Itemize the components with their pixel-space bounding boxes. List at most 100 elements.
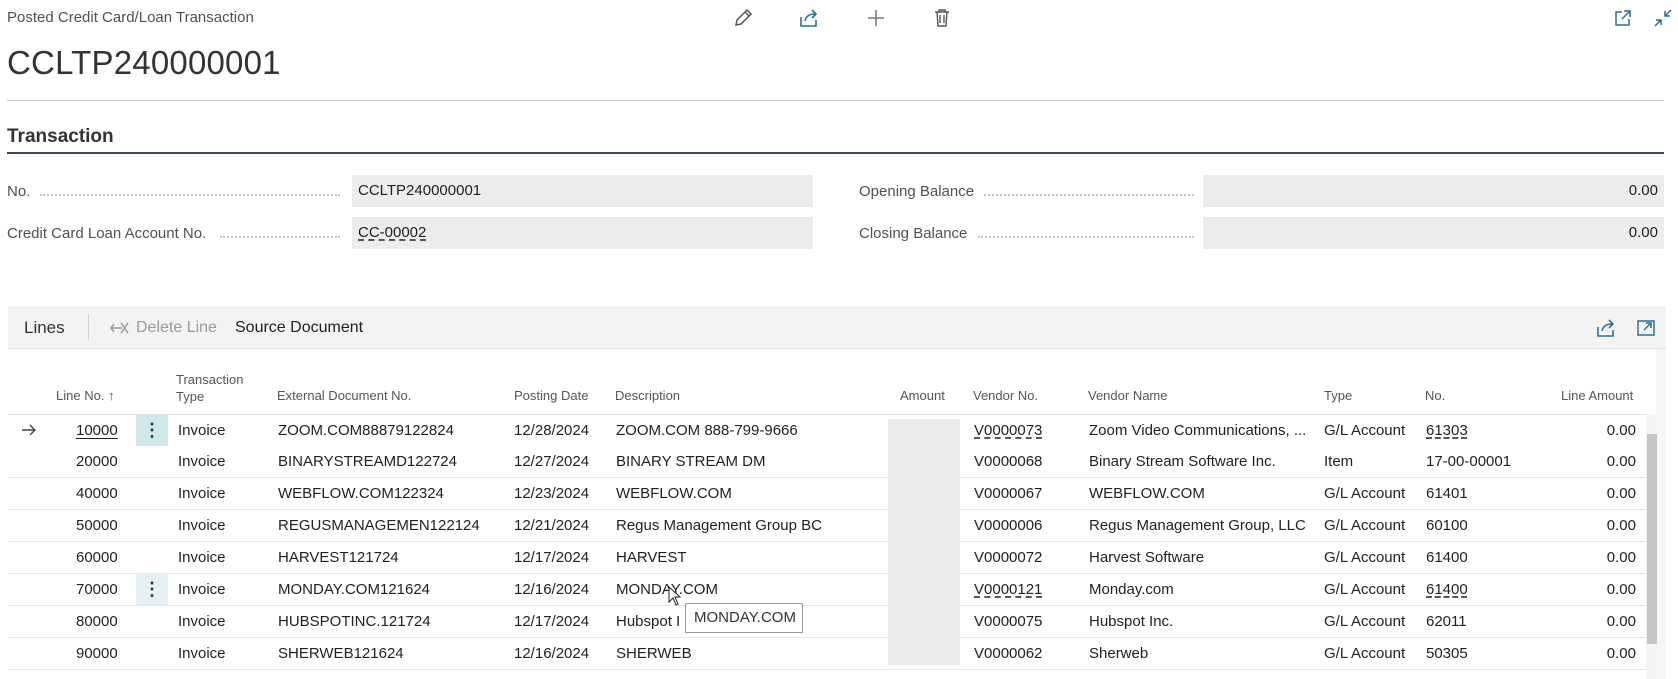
cell-desc[interactable]: Hubspot I [616,613,680,630]
cell-type[interactable]: Invoice [178,422,226,439]
account-field[interactable]: CC-00002 [352,217,813,249]
share-icon[interactable] [797,6,821,30]
cell-date[interactable]: 12/17/2024 [514,549,589,566]
open-new-window-icon[interactable] [1611,6,1635,30]
cell-date[interactable]: 12/28/2024 [514,422,589,439]
cell-desc[interactable]: SHERWEB [616,645,692,662]
cell-vendor-no[interactable]: V0000075 [974,613,1042,630]
cell-line-type[interactable]: Item [1324,453,1353,470]
cell-vendor-no[interactable]: V0000067 [974,485,1042,502]
cell-date[interactable]: 12/16/2024 [514,645,589,662]
kebab-icon[interactable]: ⋮ [136,415,168,446]
cell-line-no[interactable]: 50000 [76,517,118,534]
cell-type[interactable]: Invoice [178,645,226,662]
kebab-icon[interactable]: ⋮ [136,574,168,605]
add-icon[interactable] [864,6,888,30]
grid-scroll-thumb[interactable] [1647,434,1657,644]
cell-desc[interactable]: Regus Management Group BC [616,517,822,534]
delete-line-button[interactable]: Delete Line [110,319,217,337]
cell-vendor-no[interactable]: V0000068 [974,453,1042,470]
cell-line-amount[interactable]: 0.00 [1568,422,1636,439]
cell-no[interactable]: 50305 [1426,645,1468,662]
cell-type[interactable]: Invoice [178,581,226,598]
cell-no[interactable]: 60100 [1426,517,1468,534]
expand-lines-icon[interactable] [1634,316,1658,340]
cell-line-no[interactable]: 20000 [76,453,118,470]
cell-no[interactable]: 61303 [1426,422,1468,439]
cell-desc[interactable]: MONDAY.COM [616,581,718,598]
col-vendor-no[interactable]: Vendor No. [973,387,1038,404]
table-row[interactable]: 40000 Invoice WEBFLOW.COM122324 12/23/20… [8,478,1656,510]
cell-vendor-name[interactable]: Binary Stream Software Inc. [1089,453,1276,470]
cell-line-type[interactable]: G/L Account [1324,485,1405,502]
table-row[interactable]: 20000 Invoice BINARYSTREAMD122724 12/27/… [8,446,1656,478]
cell-line-type[interactable]: G/L Account [1324,549,1405,566]
cell-line-amount[interactable]: 0.00 [1568,613,1636,630]
cell-vendor-no[interactable]: V0000062 [974,645,1042,662]
cell-vendor-no[interactable]: V0000006 [974,517,1042,534]
table-row[interactable]: 80000 Invoice HUBSPOTINC.121724 12/17/20… [8,606,1656,638]
cell-line-amount[interactable]: 0.00 [1568,549,1636,566]
col-no[interactable]: No. [1425,387,1445,404]
col-vendor-name[interactable]: Vendor Name [1088,387,1168,404]
cell-no[interactable]: 61400 [1426,549,1468,566]
col-posting-date[interactable]: Posting Date [514,387,588,404]
cell-type[interactable]: Invoice [178,485,226,502]
cell-line-type[interactable]: G/L Account [1324,581,1405,598]
cell-ext-doc[interactable]: MONDAY.COM121624 [278,581,430,598]
cell-vendor-name[interactable]: Zoom Video Communications, ... [1089,422,1306,439]
col-transaction-type[interactable]: Transaction Type [176,371,243,405]
cell-type[interactable]: Invoice [178,613,226,630]
cell-desc[interactable]: HARVEST [616,549,687,566]
table-row[interactable]: 90000 Invoice SHERWEB121624 12/16/2024 S… [8,638,1656,670]
cell-line-no[interactable]: 70000 [76,581,118,598]
cell-no[interactable]: 61400 [1426,581,1468,598]
delete-icon[interactable] [930,6,954,30]
cell-line-amount[interactable]: 0.00 [1568,581,1636,598]
cell-no[interactable]: 62011 [1426,613,1467,630]
cell-no[interactable]: 17-00-00001 [1426,453,1511,470]
cell-line-amount[interactable]: 0.00 [1568,517,1636,534]
no-field[interactable]: CCLTP240000001 [352,175,813,207]
cell-desc[interactable]: BINARY STREAM DM [616,453,765,470]
cell-ext-doc[interactable]: BINARYSTREAMD122724 [278,453,457,470]
cell-ext-doc[interactable]: HARVEST121724 [278,549,399,566]
source-document-button[interactable]: Source Document [235,319,363,337]
cell-ext-doc[interactable]: HUBSPOTINC.121724 [278,613,431,630]
cell-line-no[interactable]: 40000 [76,485,118,502]
cell-line-type[interactable]: G/L Account [1324,517,1405,534]
col-description[interactable]: Description [615,387,680,404]
cell-date[interactable]: 12/27/2024 [514,453,589,470]
table-row[interactable]: 50000 Invoice REGUSMANAGEMEN122124 12/21… [8,510,1656,542]
cell-vendor-no[interactable]: V0000073 [974,422,1042,439]
cell-line-type[interactable]: G/L Account [1324,422,1405,439]
cell-desc[interactable]: WEBFLOW.COM [616,485,732,502]
cell-line-no[interactable]: 80000 [76,613,118,630]
cell-date[interactable]: 12/16/2024 [514,581,589,598]
cell-type[interactable]: Invoice [178,549,226,566]
section-title[interactable]: Transaction [7,126,114,148]
cell-vendor-name[interactable]: Harvest Software [1089,549,1204,566]
cell-line-amount[interactable]: 0.00 [1568,453,1636,470]
col-line-amount[interactable]: Line Amount [1561,387,1633,404]
cell-date[interactable]: 12/23/2024 [514,485,589,502]
cell-desc[interactable]: ZOOM.COM 888-799-9666 [616,422,798,439]
edit-icon[interactable] [731,6,755,30]
cell-vendor-name[interactable]: Hubspot Inc. [1089,613,1173,630]
cell-vendor-name[interactable]: Monday.com [1089,581,1174,598]
cell-line-amount[interactable]: 0.00 [1568,485,1636,502]
cell-line-no[interactable]: 60000 [76,549,118,566]
cell-line-type[interactable]: G/L Account [1324,613,1405,630]
cell-ext-doc[interactable]: WEBFLOW.COM122324 [278,485,444,502]
cell-line-no[interactable]: 10000 [76,422,118,439]
table-row[interactable]: 70000 ⋮ Invoice MONDAY.COM121624 12/16/2… [8,574,1656,606]
cell-type[interactable]: Invoice [178,453,226,470]
cell-ext-doc[interactable]: REGUSMANAGEMEN122124 [278,517,480,534]
cell-date[interactable]: 12/17/2024 [514,613,589,630]
cell-line-no[interactable]: 90000 [76,645,118,662]
table-row[interactable]: 60000 Invoice HARVEST121724 12/17/2024 H… [8,542,1656,574]
cell-vendor-name[interactable]: Regus Management Group, LLC [1089,517,1306,534]
cell-vendor-no[interactable]: V0000121 [974,581,1042,598]
cell-ext-doc[interactable]: SHERWEB121624 [278,645,404,662]
cell-line-type[interactable]: G/L Account [1324,645,1405,662]
